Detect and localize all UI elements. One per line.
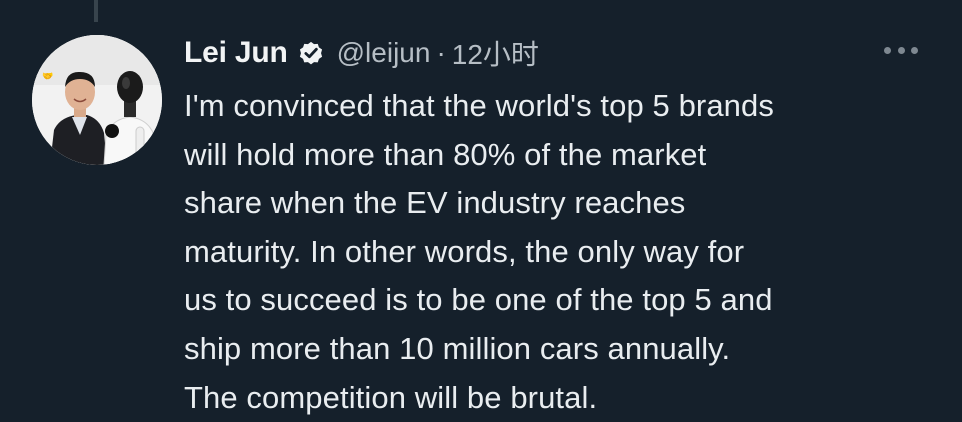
tweet-text: I'm convinced that the world's top 5 bra… bbox=[184, 82, 944, 422]
timestamp[interactable]: 12小时 bbox=[452, 33, 539, 73]
tweet-text-line: us to succeed is to be one of the top 5 … bbox=[184, 282, 773, 318]
tweet-text-line: The competition will be brutal. bbox=[184, 379, 598, 415]
more-dot bbox=[897, 46, 905, 54]
tweet-text-line: share when the EV industry reaches bbox=[184, 185, 686, 221]
tweet-text-line: maturity. In other words, the only way f… bbox=[184, 233, 745, 269]
svg-text:🤝: 🤝 bbox=[42, 71, 53, 81]
more-dot bbox=[884, 46, 891, 54]
avatar-image: 🤝 bbox=[32, 35, 162, 165]
verified-badge-icon bbox=[297, 39, 325, 67]
more-dot bbox=[911, 46, 918, 54]
author-name[interactable]: Lei Jun bbox=[184, 36, 288, 70]
thread-connector-line bbox=[94, 0, 98, 22]
tweet-text-line: I'm convinced that the world's top 5 bra… bbox=[184, 88, 774, 123]
author-handle[interactable]: @leijun bbox=[337, 37, 431, 69]
tweet-text-line: ship more than 10 million cars annually. bbox=[184, 330, 731, 366]
avatar[interactable]: 🤝 bbox=[32, 35, 162, 165]
tweet-header: Lei Jun @leijun · 12小时 bbox=[184, 33, 539, 73]
tweet-text-line: will hold more than 80% of the market bbox=[184, 136, 707, 172]
more-options-icon[interactable] bbox=[884, 40, 918, 60]
meta-separator: · bbox=[436, 37, 446, 68]
